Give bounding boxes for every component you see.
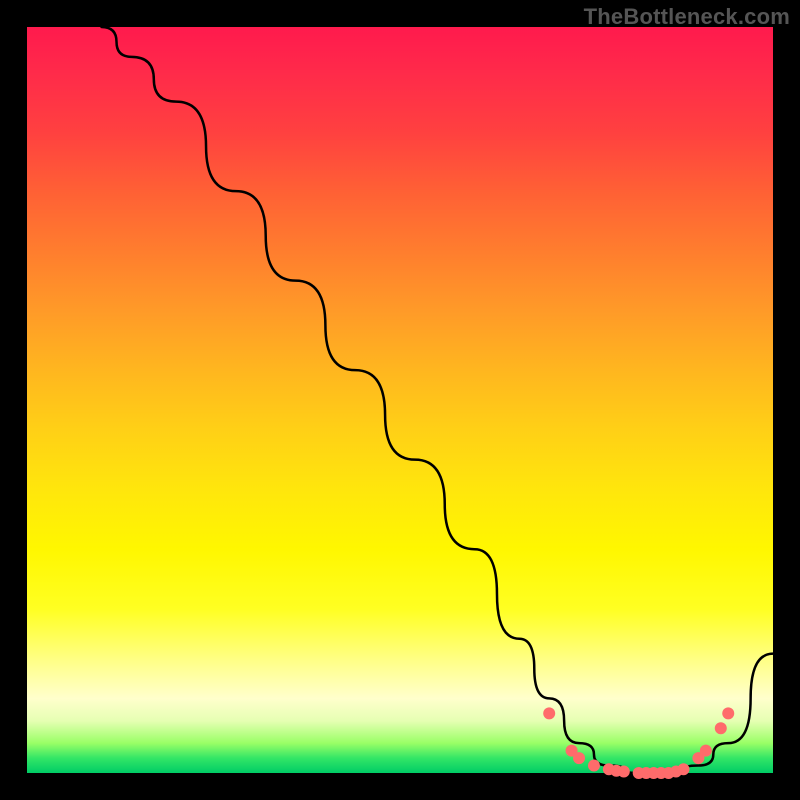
- curve-markers: [543, 707, 734, 779]
- bottleneck-curve-line: [102, 27, 773, 773]
- curve-marker: [618, 766, 630, 778]
- curve-marker: [573, 752, 585, 764]
- plot-area: [27, 27, 773, 773]
- chart-frame: TheBottleneck.com: [0, 0, 800, 800]
- curve-marker: [677, 763, 689, 775]
- bottleneck-curve-svg: [27, 27, 773, 773]
- curve-marker: [588, 760, 600, 772]
- curve-marker: [543, 707, 555, 719]
- curve-marker: [700, 745, 712, 757]
- curve-marker: [722, 707, 734, 719]
- curve-marker: [715, 722, 727, 734]
